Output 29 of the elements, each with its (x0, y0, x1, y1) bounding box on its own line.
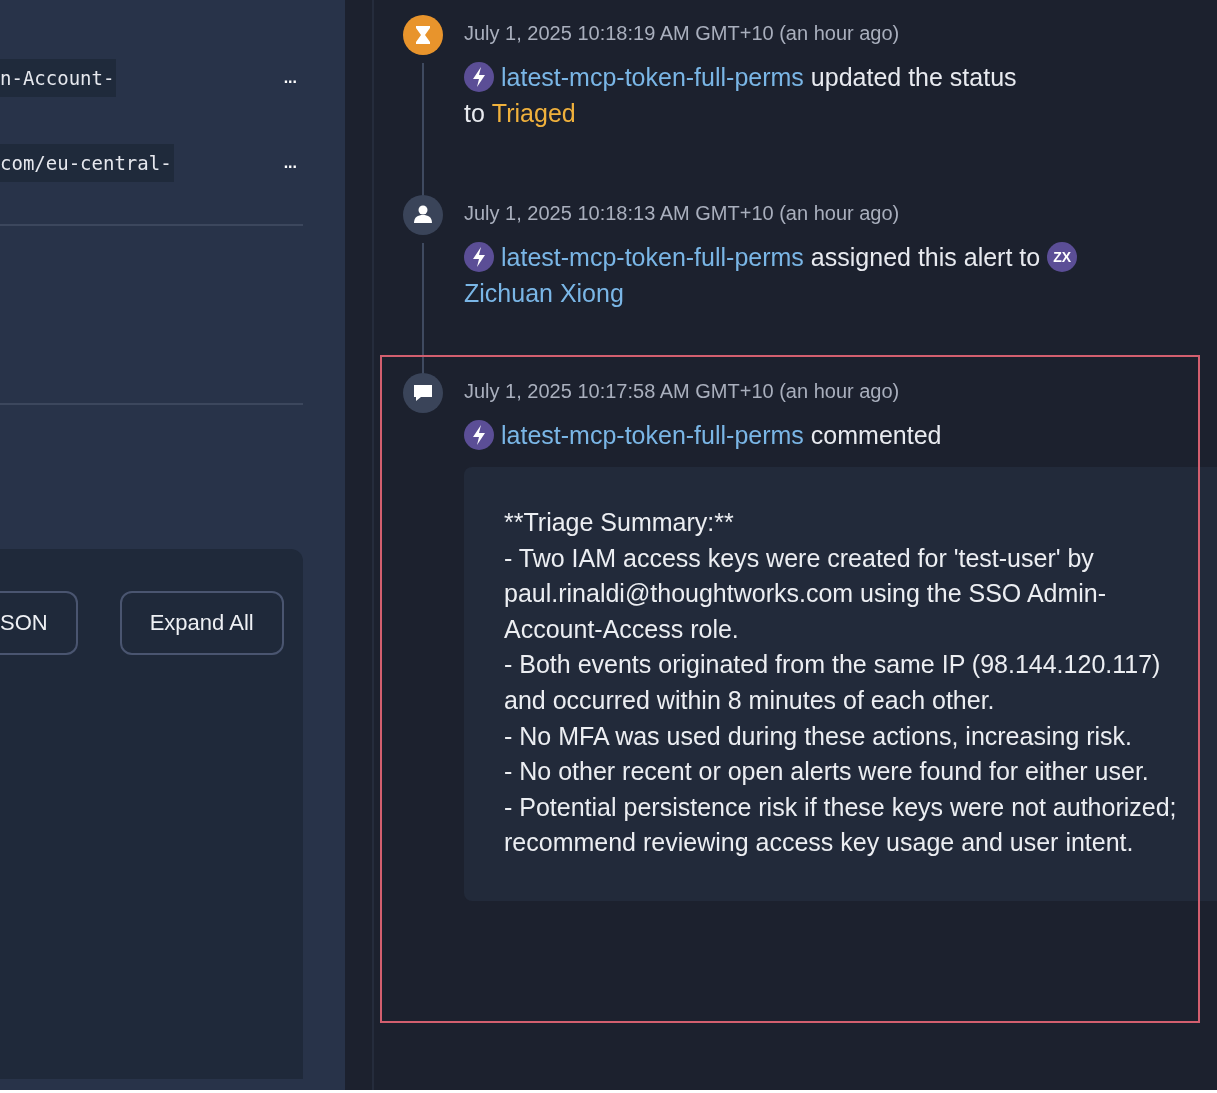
comment-text: - Two IAM access keys were created for 'test-user' by paul.rinaldi@thoughtworks.com using the SSO Admin-Account-Access role. (504, 542, 1108, 645)
hourglass-icon (403, 15, 443, 55)
lightning-icon (464, 242, 494, 272)
assignee-link[interactable]: Zichuan Xiong (464, 275, 624, 311)
comment-text: - No other recent or open alerts were found for either user. (504, 756, 1150, 788)
lightning-icon (464, 62, 494, 92)
action-text: updated the status (810, 62, 1017, 93)
actor-link[interactable]: latest-mcp-token-full-perms (501, 417, 804, 453)
status-label: Triaged (491, 98, 576, 129)
outline-button[interactable]: Expand All (119, 591, 284, 655)
action-text: commented (810, 420, 942, 451)
comment-text: - No MFA was used during these actions, increasing risk. (504, 720, 1134, 752)
code-value: com/eu-central- (0, 144, 174, 182)
more-link[interactable]: ... (283, 69, 297, 87)
comment-text: - Potential persistence risk if these keys were not authorized; recommend reviewing access key usage and user intent. (504, 791, 1178, 859)
timestamp: July 1, 2025 10:17:58 AM GMT+10 (an hour ago) (464, 380, 901, 403)
comment-text: **Triage Summary:** (504, 507, 735, 538)
timestamp: July 1, 2025 10:18:19 AM GMT+10 (an hour ago) (464, 22, 901, 45)
actor-link[interactable]: latest-mcp-token-full-perms (501, 59, 804, 95)
lightning-icon (464, 420, 494, 450)
avatar-badge: ZX (1047, 242, 1078, 272)
action-text: to (464, 98, 485, 129)
action-text: assigned this alert to (810, 242, 1041, 273)
timestamp: July 1, 2025 10:18:13 AM GMT+10 (an hour ago) (464, 202, 901, 225)
actor-link[interactable]: latest-mcp-token-full-perms (501, 239, 804, 275)
comment-text: - Both events originated from the same IP (98.144.120.117) and occurred within 8 minutes of each other. (504, 649, 1162, 716)
more-link[interactable]: ... (283, 154, 297, 172)
code-value: n-Account- (0, 59, 117, 97)
outline-button[interactable]: SON (0, 591, 78, 655)
